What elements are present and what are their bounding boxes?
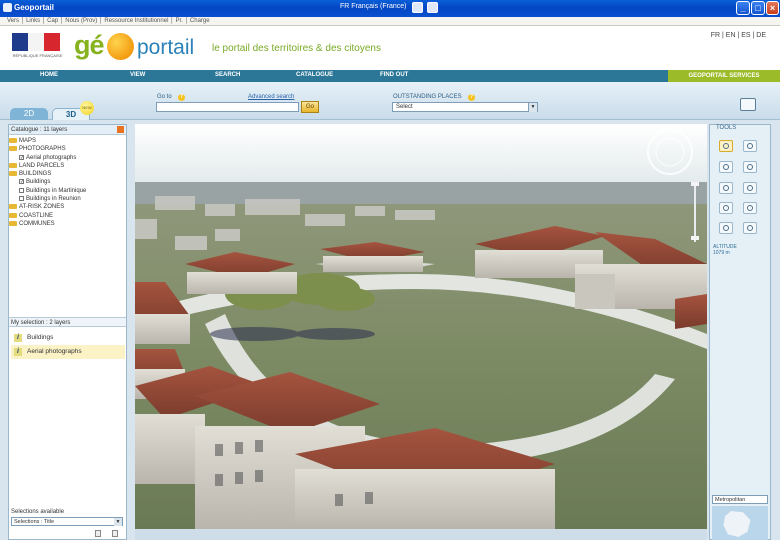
checkbox[interactable]: [19, 187, 24, 193]
selection-item-aerial-photographs[interactable]: i Aerial photographs: [11, 345, 125, 359]
selection-item-buildings[interactable]: i Buildings: [11, 331, 125, 345]
language-links[interactable]: FR | EN | ES | DE: [711, 32, 766, 39]
search-strip: 2D 3D NEW Go to ? Advanced search Go OUT…: [0, 82, 780, 120]
help-icon[interactable]: ?: [468, 94, 475, 101]
folder-icon: [9, 220, 17, 226]
3d-map-viewport[interactable]: [135, 124, 707, 529]
close-icon[interactable]: [117, 126, 124, 133]
print-icon[interactable]: [740, 98, 756, 111]
outstanding-places-label: OUTSTANDING PLACES: [393, 94, 462, 100]
folder-icon: [9, 162, 17, 168]
maximize-button[interactable]: □: [751, 1, 765, 15]
tree-item-buildings[interactable]: BUILDINGS: [9, 170, 126, 178]
layers-icon[interactable]: [719, 202, 733, 214]
layer-buildings-reunion[interactable]: Buildings in Reunion: [9, 195, 126, 203]
folder-icon: [9, 212, 17, 218]
delete-icon[interactable]: [112, 530, 118, 537]
chevron-down-icon: ▼: [114, 518, 122, 526]
go-button[interactable]: Go: [301, 101, 319, 113]
republic-text: RÉPUBLIQUE FRANÇAISE: [12, 53, 63, 58]
folder-icon: [9, 146, 17, 152]
tree-item-communes[interactable]: COMMUNES: [9, 220, 126, 228]
close-button[interactable]: ×: [766, 1, 779, 15]
selections-available-select[interactable]: Selections : Title ▼: [11, 517, 123, 526]
marianne-logo: [12, 33, 60, 51]
nav-geoportail-services[interactable]: GEOPORTAIL SERVICES: [668, 70, 780, 82]
help-icon[interactable]: ?: [178, 94, 185, 101]
logo-o-icon: [107, 33, 134, 60]
language-indicator[interactable]: FR Français (France): [340, 3, 407, 10]
camera-icon[interactable]: [743, 222, 757, 234]
nav-search[interactable]: SEARCH: [215, 72, 240, 78]
info-icon[interactable]: i: [14, 348, 22, 356]
checkbox-checked[interactable]: ✓: [19, 179, 24, 185]
globe-icon[interactable]: [743, 202, 757, 214]
outstanding-places-select[interactable]: Select ▼: [392, 102, 538, 112]
tools-label: TOOLS: [716, 125, 737, 131]
folder-icon: [9, 204, 17, 210]
nav-home[interactable]: HOME: [40, 72, 58, 78]
region-select[interactable]: Metropolitan: [712, 495, 768, 504]
tree-item-maps[interactable]: MAPS: [9, 137, 126, 145]
my-selection-header: My selection : 2 layers: [9, 317, 126, 327]
info-icon[interactable]: i: [14, 334, 22, 342]
tree-item-coastline[interactable]: COASTLINE: [9, 212, 126, 220]
viewport-statusbar: [135, 529, 707, 540]
france-map-icon: [723, 511, 751, 537]
folder-icon: [9, 137, 17, 143]
go-to-label: Go to: [157, 94, 172, 100]
star-icon[interactable]: [743, 182, 757, 194]
tab-2d[interactable]: 2D: [10, 108, 48, 120]
nav-view[interactable]: VIEW: [130, 72, 145, 78]
tree-item-land-parcels[interactable]: LAND PARCELS: [9, 162, 126, 170]
altitude-value: 1079 m: [713, 250, 730, 256]
tree-item-at-risk-zones[interactable]: AT-RISK ZONES: [9, 203, 126, 211]
overview-minimap[interactable]: [712, 506, 768, 540]
help-icon[interactable]: [427, 2, 438, 13]
window-title: Geoportail: [14, 3, 55, 12]
minimize-button[interactable]: _: [736, 1, 750, 15]
app-icon: [3, 3, 12, 12]
chevron-down-icon: ▼: [528, 103, 537, 112]
new-bulb-icon: NEW: [80, 101, 94, 115]
catalogue-header: Catalogue : 11 layers: [9, 125, 126, 135]
folder-icon: [9, 171, 17, 177]
selections-available-label: Selections available: [11, 509, 65, 515]
text-icon[interactable]: [719, 182, 733, 194]
layer-aerial-photographs[interactable]: ✓ Aerial photographs: [9, 154, 126, 162]
save-icon[interactable]: [95, 530, 101, 537]
links-bar[interactable]: Vers │ Links │ Cap │ Nous (Prov) │ Resso…: [0, 17, 780, 26]
advanced-search-link[interactable]: Advanced search: [248, 94, 294, 100]
window-titlebar: Geoportail FR Français (France) _ □ ×: [0, 0, 780, 17]
tools-panel: TOOLS ALTITUDE 1079 m Metropolitan: [709, 124, 771, 540]
layer-buildings-martinique[interactable]: Buildings in Martinique: [9, 187, 126, 195]
tagline: le portail des territoires & des citoyen…: [212, 43, 381, 54]
pen-icon[interactable]: [743, 161, 757, 173]
measure-icon[interactable]: [719, 161, 733, 173]
catalogue-panel: Catalogue : 11 layers MAPS PHOTOGRAPHS ✓…: [8, 124, 127, 540]
nav-find-out[interactable]: FIND OUT: [380, 72, 408, 78]
nav-catalogue[interactable]: CATALOGUE: [296, 72, 333, 78]
catalogue-title: Catalogue : 11 layers: [11, 127, 68, 133]
search-input[interactable]: [156, 102, 299, 112]
tree-item-photographs[interactable]: PHOTOGRAPHS: [9, 145, 126, 153]
target-icon[interactable]: [743, 140, 757, 152]
main-nav: HOME VIEW SEARCH CATALOGUE FIND OUT GEOP…: [0, 70, 780, 82]
site-header: RÉPUBLIQUE FRANÇAISE gé portail le porta…: [0, 26, 780, 70]
hand-pan-icon[interactable]: [719, 140, 733, 152]
keyboard-icon[interactable]: [412, 2, 423, 13]
checkbox[interactable]: [19, 196, 24, 201]
layer-buildings[interactable]: ✓ Buildings: [9, 178, 126, 186]
checkbox-checked[interactable]: ✓: [19, 154, 24, 160]
save-view-icon[interactable]: [719, 222, 733, 234]
